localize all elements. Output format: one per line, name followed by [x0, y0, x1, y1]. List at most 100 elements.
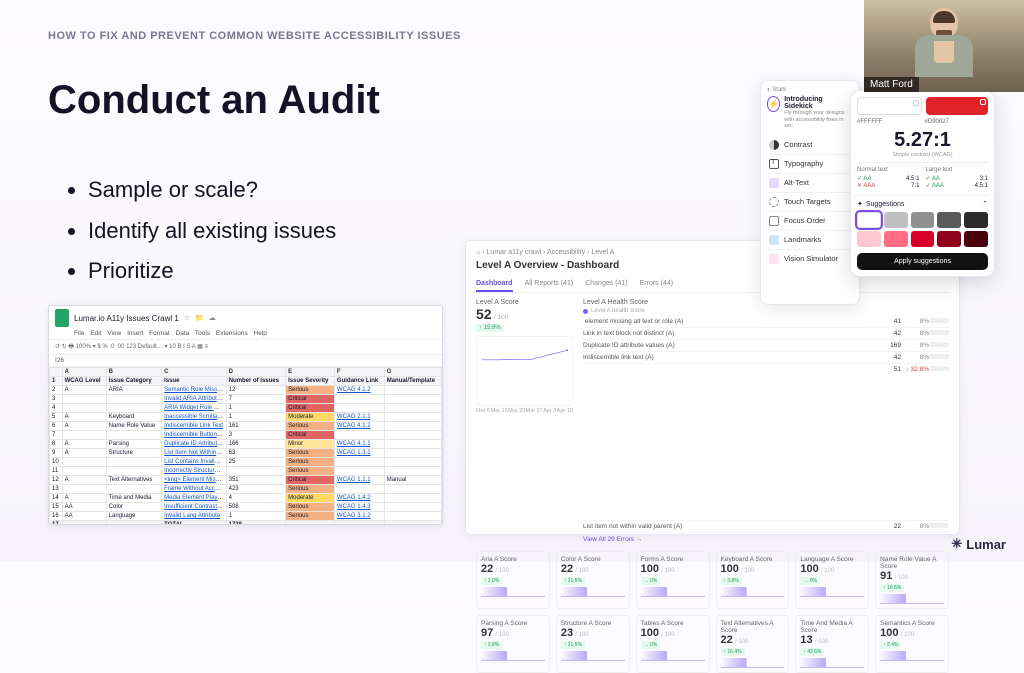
tab-reports[interactable]: All Reports (41)	[525, 277, 574, 292]
score-card[interactable]: Language A Score100 / 100→ 0%	[795, 551, 869, 609]
tab-dashboard[interactable]: Dashboard	[476, 277, 513, 292]
score-card[interactable]: Structure A Score23 / 100↑ 21.5%	[556, 615, 630, 673]
suggestions-header: Suggestions	[866, 201, 905, 208]
sparkle-icon: ✦	[857, 200, 863, 208]
contrast-icon	[769, 140, 779, 150]
sidekick-sub: Fly through your designs with accessibil…	[784, 110, 853, 130]
tab-changes[interactable]: Changes (41)	[585, 277, 627, 292]
score-card[interactable]: Color A Score22 / 100↑ 21.5%	[556, 551, 630, 609]
issue-row[interactable]: List item not within valid parent (A)228…	[583, 521, 949, 533]
aaa-normal: ✕ AAA	[857, 182, 875, 189]
color-suggestion[interactable]	[964, 212, 988, 228]
color-suggestion[interactable]	[857, 212, 881, 228]
doc-title: Lumar.io A11y Issues Crawl 1	[74, 314, 179, 323]
aaa-normal-req: 7:1	[911, 183, 919, 189]
x-tick: Mar 6	[476, 408, 490, 414]
aa-normal: ✓ AA	[857, 175, 871, 182]
apply-suggestions-button[interactable]: Apply suggestions	[857, 253, 988, 270]
background-swatch[interactable]	[926, 97, 989, 115]
color-suggestion[interactable]	[884, 212, 908, 228]
stark-panel: ◐ Stark ⚡ Introducing Sidekick Fly throu…	[760, 80, 860, 305]
aaa-large: ✓ AAA	[926, 182, 944, 189]
star-icon[interactable]: ☆	[184, 314, 190, 322]
score-card[interactable]: Aria A Score22 / 100↑ 2.0%	[476, 551, 550, 609]
folder-icon[interactable]: 📁	[195, 314, 204, 322]
chevron-up-icon[interactable]: ⌃	[982, 200, 988, 208]
presenter-webcam: Matt Ford	[864, 0, 1024, 92]
page-title: Level A Overview - Dashboard	[476, 260, 619, 271]
typography-icon	[769, 159, 779, 169]
stark-brand: Stark	[772, 87, 786, 93]
presenter-figure	[915, 8, 973, 77]
score-card[interactable]: Name Role Value A Score91 / 100↑ 16.5%	[875, 551, 949, 609]
score-card[interactable]: Tables A Score100 / 100→ 0%	[636, 615, 710, 673]
color-suggestion[interactable]	[964, 231, 988, 247]
x-tick: Mar 13	[491, 408, 508, 414]
aa-normal-req: 4.5:1	[906, 176, 919, 182]
brand-label: Lumar	[966, 537, 1006, 552]
color-suggestion[interactable]	[937, 212, 961, 228]
stark-menu-item[interactable]: Alt-Text	[767, 173, 853, 192]
hex-2: #D90027	[925, 119, 989, 125]
line-chart	[476, 336, 573, 406]
x-tick: Mar 20	[508, 408, 525, 414]
brand-icon: ✳	[951, 536, 962, 552]
bullet-list: Sample or scale? Identify all existing i…	[70, 170, 336, 292]
score-value: 52	[476, 306, 492, 322]
issue-row[interactable]: element missing alt text or role (A)418%	[583, 316, 949, 328]
stark-menu-item[interactable]: Typography	[767, 154, 853, 173]
color-suggestion[interactable]	[937, 231, 961, 247]
touch-targets-icon	[769, 197, 779, 207]
score-card[interactable]: Time And Media A Score13 / 100↑ 42.6%	[795, 615, 869, 673]
brand-footer: ✳ Lumar	[951, 536, 1006, 552]
color-suggestion[interactable]	[911, 212, 935, 228]
tab-bar[interactable]: Dashboard All Reports (41) Changes (41) …	[476, 277, 949, 293]
x-tick: Apr 10	[557, 408, 573, 414]
score-delta-badge: ↑ 15.8%	[476, 324, 504, 332]
score-card[interactable]: Text Alternatives A Score22 / 100↑ 16.4%	[716, 615, 790, 673]
contrast-checker: #FFFFFF #D90027 5.27:1 Simple contrast (…	[850, 90, 995, 277]
alt-text-icon	[769, 178, 779, 188]
bullet-item: Prioritize	[88, 251, 336, 292]
foreground-swatch[interactable]	[857, 97, 922, 115]
chart-title: Level A Score	[476, 299, 573, 306]
cloud-icon[interactable]: ☁	[209, 314, 216, 322]
x-tick: Mar 27	[526, 408, 543, 414]
tab-errors[interactable]: Errors (44)	[640, 277, 673, 292]
stark-menu-item[interactable]: Vision Simulator	[767, 249, 853, 268]
legend-label: Level A health score	[591, 308, 645, 314]
landmarks-icon	[769, 235, 779, 245]
issue-row[interactable]: element missing captions (A)51↑ 32.8%	[583, 364, 949, 521]
score-card[interactable]: Semantics A Score100 / 100↑ 2.4%	[875, 615, 949, 673]
toolbar[interactable]: ↺ ↻ 🖶 100% ▾ $ % .0 .00 123 Default… ▾ 1…	[49, 339, 442, 355]
stark-menu-item[interactable]: Touch Targets	[767, 192, 853, 211]
color-suggestion[interactable]	[884, 231, 908, 247]
stark-menu-item[interactable]: Contrast	[767, 136, 853, 154]
issue-row[interactable]: Duplicate ID attribute values (A)1698%	[583, 340, 949, 352]
analytics-dashboard: ⌂ › Lumar a11y crawl › Accessibility › L…	[465, 240, 960, 535]
color-suggestion[interactable]	[911, 231, 935, 247]
stark-menu-item[interactable]: Focus Order	[767, 211, 853, 230]
presenter-name: Matt Ford	[864, 77, 919, 92]
contrast-ratio-sub: Simple contrast (WCAG)	[857, 152, 988, 158]
score-card[interactable]: Forms A Score100 / 100→ 0%	[636, 551, 710, 609]
sheets-icon	[55, 309, 69, 327]
view-all-link[interactable]: View All 29 Errors →	[583, 536, 949, 543]
score-card[interactable]: Parsing A Score97 / 100↑ 2.8%	[476, 615, 550, 673]
issue-row[interactable]: Link in text block not distinct (A)428%	[583, 328, 949, 340]
aaa-large-req: 4.5:1	[975, 183, 988, 189]
stark-menu-item[interactable]: Landmarks	[767, 230, 853, 249]
col-large-text: Large text	[926, 167, 989, 173]
spreadsheet-window: Lumar.io A11y Issues Crawl 1 ☆ 📁 ☁ File …	[48, 305, 443, 525]
menu-bar[interactable]: File Edit View Insert Format Data Tools …	[49, 330, 442, 339]
slide-header: HOW TO FIX AND PREVENT COMMON WEBSITE AC…	[48, 30, 461, 42]
score-card[interactable]: Keyboard A Score100 / 100↑ 3.8%	[716, 551, 790, 609]
color-suggestion[interactable]	[857, 231, 881, 247]
focus-order-icon	[769, 216, 779, 226]
spreadsheet-table[interactable]: ABCDEFG1WCAG LevelIssue CategoryIssueNum…	[49, 367, 442, 525]
cell-reference[interactable]: I26	[49, 355, 442, 367]
bullet-item: Identify all existing issues	[88, 211, 336, 252]
issue-row[interactable]: Indiscernible link text (A)428%	[583, 352, 949, 364]
x-tick: Apr 3	[543, 408, 556, 414]
aa-large-req: 3:1	[980, 176, 988, 182]
